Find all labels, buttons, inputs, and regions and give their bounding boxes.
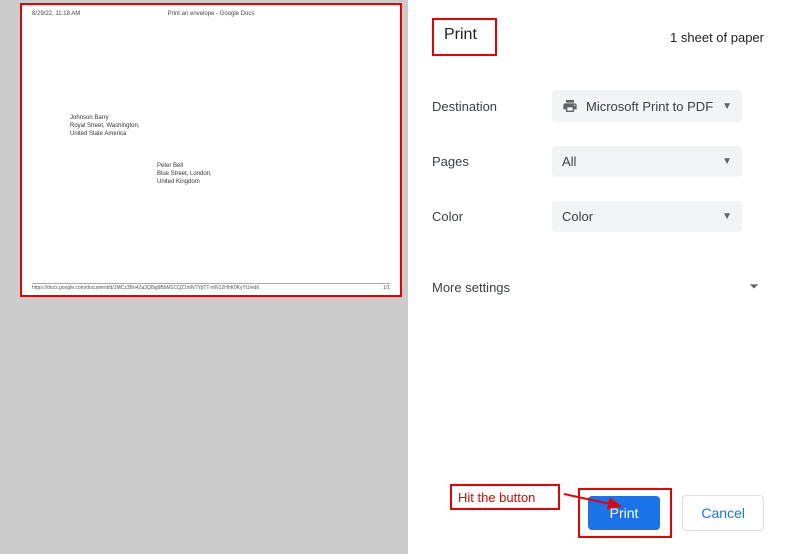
print-button[interactable]: Print xyxy=(588,496,661,530)
settings-pane: Print 1 sheet of paper Destination Micro… xyxy=(408,0,788,554)
pages-label: Pages xyxy=(432,154,552,169)
preview-timestamp: 8/29/22, 11:18 AM xyxy=(32,11,80,17)
sheet-count: 1 sheet of paper xyxy=(670,30,764,45)
more-settings-label: More settings xyxy=(432,280,510,295)
preview-page-number: 1/1 xyxy=(383,285,390,291)
pages-value: All xyxy=(562,154,576,169)
dialog-title: Print xyxy=(444,26,477,44)
caret-down-icon: ▼ xyxy=(722,211,732,222)
color-label: Color xyxy=(432,209,552,224)
preview-header: 8/29/22, 11:18 AM Print an envelope - Go… xyxy=(32,11,390,17)
preview-page: 8/29/22, 11:18 AM Print an envelope - Go… xyxy=(20,3,402,297)
printer-icon xyxy=(562,98,578,114)
preview-to-address: Peter Bell Blue Street, London, United K… xyxy=(157,163,212,186)
color-value: Color xyxy=(562,209,593,224)
destination-value: Microsoft Print to PDF xyxy=(586,99,713,114)
cancel-button[interactable]: Cancel xyxy=(682,495,764,531)
destination-label: Destination xyxy=(432,99,552,114)
annotation-print-highlight: Print xyxy=(578,488,673,538)
caret-down-icon: ▼ xyxy=(722,156,732,167)
footer-buttons: Print Cancel xyxy=(578,488,764,538)
preview-from-address: Johnson Barry Royal Street, Washington, … xyxy=(70,115,139,138)
pages-dropdown[interactable]: All ▼ xyxy=(552,146,742,177)
annotation-hit-label: Hit the button xyxy=(450,484,560,510)
chevron-down-icon xyxy=(744,276,764,299)
preview-footer: https://docs.google.com/document/d/1MCz3… xyxy=(32,283,390,291)
preview-doc-title: Print an envelope - Google Docs xyxy=(168,11,255,17)
annotation-title-highlight: Print xyxy=(432,18,497,56)
color-dropdown[interactable]: Color ▼ xyxy=(552,201,742,232)
destination-dropdown[interactable]: Microsoft Print to PDF ▼ xyxy=(552,90,742,122)
more-settings-toggle[interactable]: More settings xyxy=(432,276,764,299)
caret-down-icon: ▼ xyxy=(722,101,732,112)
preview-pane: 8/29/22, 11:18 AM Print an envelope - Go… xyxy=(0,0,408,554)
preview-url: https://docs.google.com/document/d/1MCz3… xyxy=(32,285,259,291)
